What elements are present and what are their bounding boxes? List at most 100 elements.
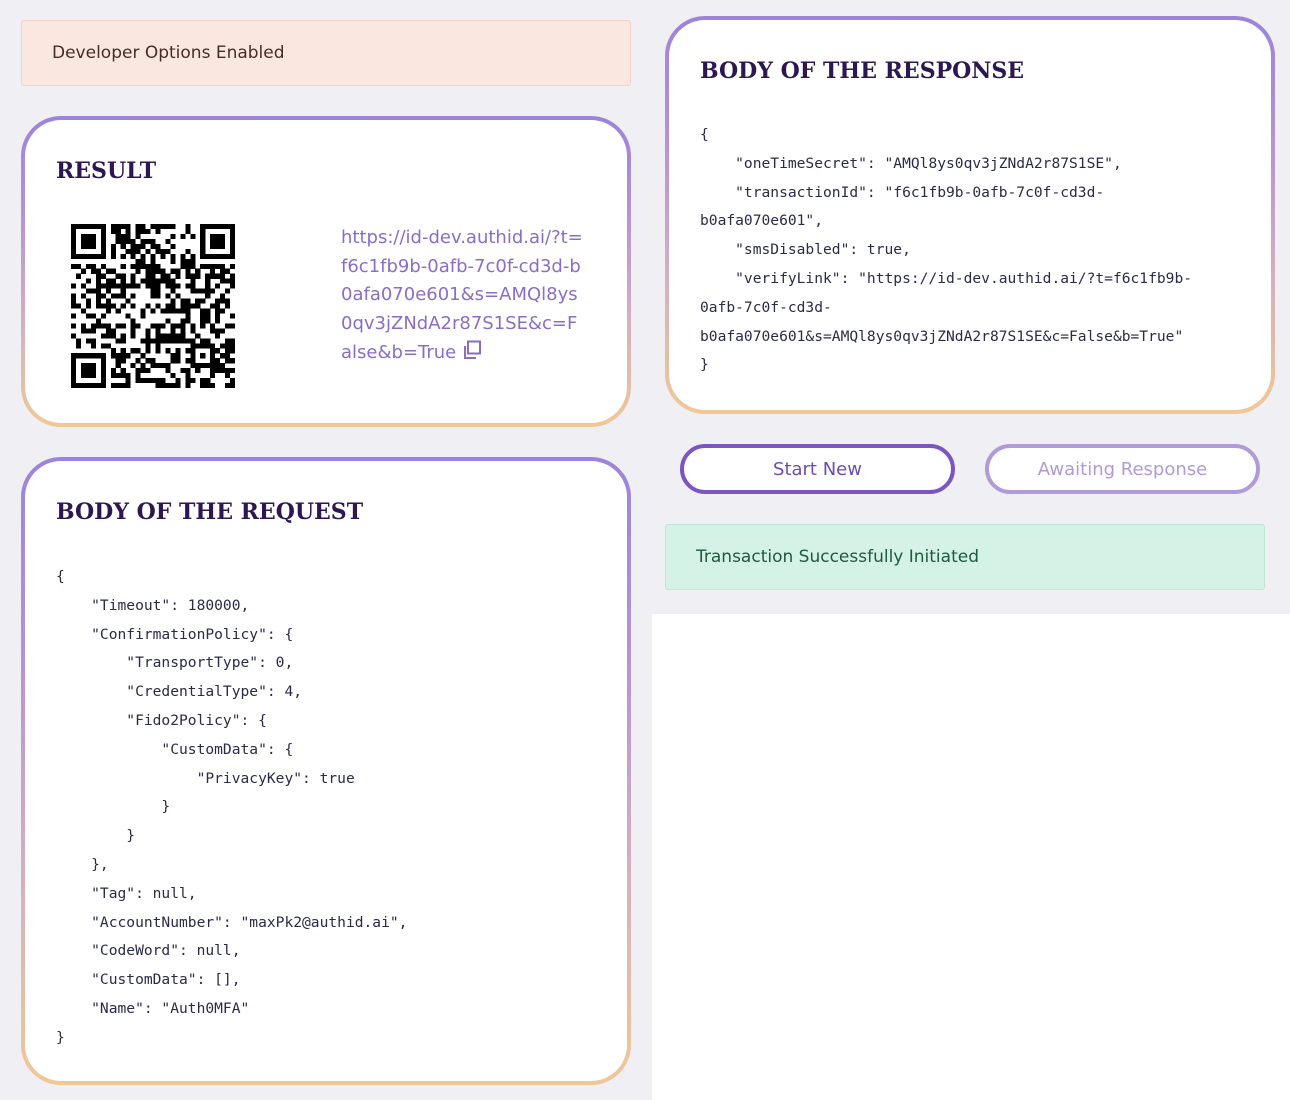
qr-module xyxy=(115,363,121,369)
qr-module xyxy=(120,273,126,279)
qr-module xyxy=(150,283,156,289)
qr-module xyxy=(145,303,151,309)
qr-module xyxy=(71,303,77,309)
start-new-button[interactable]: Start New xyxy=(680,444,955,494)
qr-module xyxy=(120,224,126,230)
qr-module xyxy=(170,303,176,309)
qr-module xyxy=(115,338,121,344)
qr-module xyxy=(225,353,231,359)
qr-module xyxy=(225,224,231,230)
qr-module xyxy=(95,298,101,304)
qr-module xyxy=(145,348,151,354)
qr-module xyxy=(140,278,146,284)
qr-module xyxy=(71,263,77,269)
qr-module xyxy=(170,373,176,379)
qr-module xyxy=(230,248,235,254)
qr-module xyxy=(155,268,161,274)
qr-module xyxy=(215,273,221,279)
qr-module xyxy=(205,293,211,299)
qr-module xyxy=(215,318,221,324)
qr-module xyxy=(140,338,146,344)
qr-module xyxy=(150,258,156,264)
qr-module xyxy=(170,383,176,388)
qr-module xyxy=(180,368,186,374)
qr-module xyxy=(75,253,82,259)
qr-module xyxy=(155,363,161,369)
qr-module xyxy=(120,383,126,388)
qr-module xyxy=(85,278,91,284)
qr-module xyxy=(200,308,206,314)
qr-module xyxy=(90,323,96,329)
qr-module xyxy=(150,278,156,284)
qr-module xyxy=(71,373,77,379)
qr-module xyxy=(90,233,96,240)
qr-module xyxy=(195,343,201,349)
qr-module xyxy=(145,283,151,289)
qr-module xyxy=(115,293,121,299)
qr-module xyxy=(225,368,231,374)
qr-module xyxy=(140,263,146,269)
qr-module xyxy=(175,358,181,364)
qr-module xyxy=(71,238,77,244)
qr-module xyxy=(145,338,151,344)
qr-module xyxy=(220,263,226,269)
qr-module xyxy=(215,283,221,289)
qr-module xyxy=(190,258,196,264)
qr-module xyxy=(110,283,116,289)
qr-module xyxy=(75,353,82,359)
awaiting-response-button[interactable]: Awaiting Response xyxy=(985,444,1260,494)
qr-module xyxy=(120,243,126,249)
qr-module xyxy=(130,303,136,309)
qr-module xyxy=(170,333,176,339)
qr-module xyxy=(145,278,151,284)
qr-module xyxy=(150,268,156,274)
qr-module xyxy=(125,238,131,244)
qr-module xyxy=(220,253,226,259)
qr-module xyxy=(71,378,77,384)
qr-module xyxy=(150,323,156,329)
qr-module xyxy=(145,328,151,334)
qr-module xyxy=(195,273,201,279)
qr-module xyxy=(110,268,116,274)
qr-module xyxy=(105,268,111,274)
qr-module xyxy=(225,373,231,379)
qr-module xyxy=(140,243,146,249)
qr-module xyxy=(185,338,191,344)
qr-module xyxy=(210,328,216,334)
qr-module xyxy=(200,263,206,269)
qr-module xyxy=(130,248,136,254)
qr-module xyxy=(145,368,151,374)
qr-module xyxy=(190,343,196,349)
qr-module xyxy=(220,368,226,374)
qr-module xyxy=(150,378,156,384)
qr-module xyxy=(225,348,231,354)
verify-link[interactable]: https://id-dev.authid.ai/?t=f6c1fb9b-0af… xyxy=(341,224,586,368)
qr-module xyxy=(210,224,216,230)
qr-module xyxy=(130,273,136,279)
qr-module xyxy=(150,358,156,364)
qr-module xyxy=(210,288,216,294)
qr-module xyxy=(155,383,161,388)
qr-module xyxy=(125,313,131,319)
qr-module xyxy=(130,333,136,339)
qr-module xyxy=(145,333,151,339)
qr-module xyxy=(210,263,216,269)
qr-module xyxy=(120,373,126,379)
qr-module xyxy=(110,368,116,374)
qr-module xyxy=(190,323,196,329)
qr-module xyxy=(100,224,106,230)
qr-module xyxy=(130,278,136,284)
qr-module xyxy=(200,224,206,230)
qr-module xyxy=(80,224,87,230)
copy-icon[interactable] xyxy=(462,340,482,360)
qr-module xyxy=(215,348,221,354)
qr-module xyxy=(180,323,186,329)
qr-module xyxy=(145,238,151,244)
qr-module xyxy=(185,224,191,230)
qr-module xyxy=(190,348,196,354)
qr-module xyxy=(205,318,211,324)
qr-module xyxy=(165,363,171,369)
qr-module xyxy=(205,313,211,319)
qr-module xyxy=(200,363,206,369)
qr-module xyxy=(170,278,176,284)
